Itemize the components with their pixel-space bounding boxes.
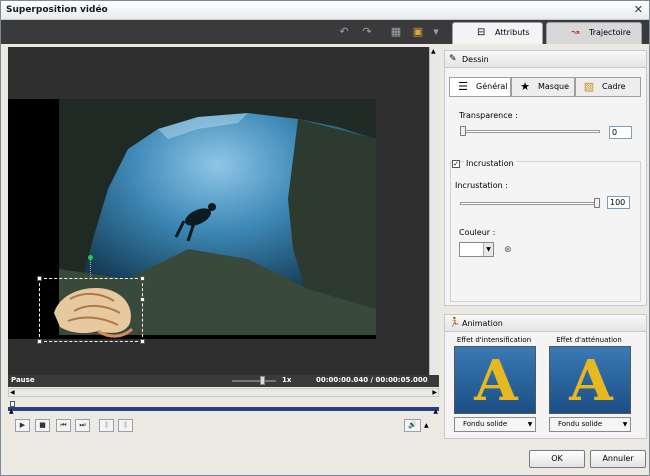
transparence-label: Transparence : (459, 111, 518, 120)
grid-icon[interactable]: ▦ (389, 25, 403, 39)
attributes-panel: ✎ Dessin ☰ Général ★ Masque ▧ Cadre Tran… (444, 47, 647, 441)
tab-trajectoire-label: Trajectoire (589, 28, 631, 37)
mark-out-button[interactable]: ⫼ (118, 419, 133, 432)
incrustation-slider-thumb[interactable] (594, 198, 600, 208)
incrustation-group-label: Incrustation (464, 159, 516, 168)
player-status-bar: Pause 1x 00:00:00.040 / 00:00:05.000 (8, 375, 439, 387)
subtab-general[interactable]: ☰ Général (449, 77, 511, 97)
previous-frame-button[interactable]: ⏮ (56, 419, 71, 432)
incrustation-checkbox[interactable]: ✓ (452, 160, 460, 168)
volume-chevron-icon[interactable]: ▲ (424, 422, 429, 429)
play-button[interactable]: ▶ (15, 419, 30, 432)
timeline-end-icon: ▲ (433, 408, 438, 415)
animation-header: 🏃 Animation (445, 315, 646, 332)
stop-button[interactable]: ■ (35, 419, 50, 432)
resize-handle-bottom-left[interactable] (37, 339, 42, 344)
overlay-selection-box[interactable] (37, 255, 145, 344)
subtab-masque-label: Masque (538, 82, 570, 91)
chevron-down-icon: ▼ (483, 243, 493, 256)
resize-handle-top-right[interactable] (140, 276, 145, 281)
preview-vertical-scrollbar[interactable]: ▲ ▼ (429, 47, 439, 387)
animation-title: Animation (462, 319, 503, 328)
resize-handle-bottom-right[interactable] (140, 339, 145, 344)
incrustation-input[interactable]: 100 (607, 196, 630, 209)
running-figure-icon: 🏃 (449, 318, 461, 328)
speed-slider-track[interactable] (232, 380, 276, 382)
animation-panel: 🏃 Animation Effet d'intensification A Fo… (444, 314, 647, 439)
overlay-window: Superposition vidéo ✕ ↶ ↷ ▦ ▣ ▼ ⊟ Attrib… (0, 0, 650, 476)
background-color-icon[interactable]: ▣ (411, 25, 425, 39)
letter-a-icon: A (569, 348, 613, 414)
scroll-up-icon[interactable]: ▲ (431, 48, 436, 55)
intensification-select[interactable]: Fondu solide ▼ (454, 417, 536, 432)
attenuation-select[interactable]: Fondu solide ▼ (549, 417, 631, 432)
window-title: Superposition vidéo (6, 5, 108, 15)
attenuation-preview[interactable]: A (549, 346, 631, 414)
subtab-masque[interactable]: ★ Masque (511, 77, 575, 97)
player-speed: 1x (282, 376, 292, 384)
transparence-slider-track[interactable] (460, 130, 600, 133)
incrustation-slider-track[interactable] (460, 202, 600, 205)
dessin-panel: ✎ Dessin ☰ Général ★ Masque ▧ Cadre Tran… (444, 50, 647, 306)
scroll-right-icon[interactable]: ▶ (432, 389, 437, 396)
frame-icon: ▧ (583, 80, 595, 93)
attributes-icon: ⊟ (477, 27, 486, 38)
shell-image (54, 288, 134, 338)
tab-attributs[interactable]: ⊟ Attributs (452, 22, 543, 44)
chevron-down-icon: ▼ (527, 421, 533, 428)
intensification-preview[interactable]: A (454, 346, 536, 414)
subtab-cadre[interactable]: ▧ Cadre (575, 77, 641, 97)
couleur-select[interactable]: ▼ (459, 242, 494, 257)
rotation-handle[interactable] (88, 255, 93, 260)
eyedropper-icon[interactable]: ⊛ (504, 245, 512, 255)
preview-horizontal-scrollbar[interactable]: ◀ ▶ (8, 388, 439, 397)
star-icon: ★ (520, 80, 530, 93)
subtab-cadre-label: Cadre (602, 82, 626, 91)
cancel-button[interactable]: Annuler (590, 450, 646, 468)
incrustation-label: Incrustation : (455, 181, 508, 190)
redo-icon[interactable]: ↷ (360, 25, 374, 39)
scroll-left-icon[interactable]: ◀ (10, 389, 15, 396)
intensification-option: Fondu solide (463, 420, 508, 428)
rotation-line (90, 258, 91, 277)
letter-a-icon: A (474, 348, 518, 414)
timeline-start-icon: ▲ (9, 408, 14, 415)
close-icon[interactable]: ✕ (634, 4, 643, 16)
volume-button[interactable]: 🔊 (404, 419, 421, 432)
couleur-label: Couleur : (459, 228, 496, 237)
timeline-track[interactable] (8, 407, 439, 411)
list-icon: ☰ (458, 80, 468, 93)
resize-handle-top-left[interactable] (37, 276, 42, 281)
dessin-header: ✎ Dessin (445, 51, 646, 68)
player-time: 00:00:00.040 / 00:00:05.000 (316, 376, 428, 384)
chevron-down-icon[interactable]: ▼ (429, 25, 443, 39)
attenuation-title: Effet d'atténuation (556, 336, 622, 344)
speed-slider-thumb[interactable] (260, 376, 265, 385)
undo-icon[interactable]: ↶ (337, 25, 351, 39)
chevron-down-icon: ▼ (622, 421, 628, 428)
trajectory-icon: ↝ (571, 27, 580, 38)
resize-handle-right[interactable] (140, 297, 145, 302)
attenuation-option: Fondu solide (558, 420, 603, 428)
next-frame-button[interactable]: ⏭ (75, 419, 90, 432)
transparence-input[interactable]: 0 (609, 126, 632, 139)
subtab-general-label: Général (476, 82, 508, 91)
brush-icon: ✎ (449, 54, 457, 64)
tab-trajectoire[interactable]: ↝ Trajectoire (546, 22, 642, 44)
preview-area (8, 47, 439, 375)
timeline[interactable]: ▲ ▲ (8, 400, 439, 415)
intensification-title: Effet d'intensification (456, 336, 532, 344)
ok-button[interactable]: OK (529, 450, 585, 468)
dessin-title: Dessin (462, 55, 489, 64)
tab-attributs-label: Attributs (495, 28, 530, 37)
title-bar: Superposition vidéo ✕ (1, 1, 649, 20)
player-status: Pause (11, 376, 35, 384)
transparence-slider-thumb[interactable] (460, 126, 466, 136)
timeline-marker[interactable] (10, 401, 15, 407)
mark-in-button[interactable]: ⫼ (99, 419, 114, 432)
